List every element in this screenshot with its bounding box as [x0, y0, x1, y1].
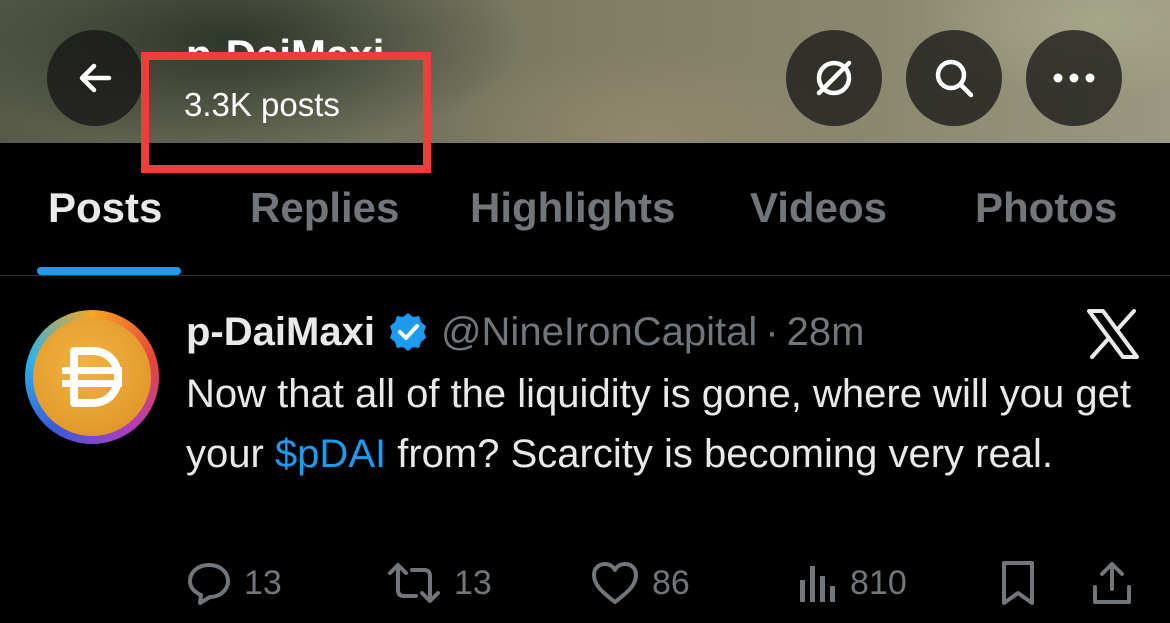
tweet-separator: ·: [765, 309, 779, 354]
verified-badge-icon: [389, 313, 426, 351]
reply-count: 13: [244, 563, 282, 602]
bookmark-icon: [1002, 561, 1034, 605]
active-tab-indicator: [37, 267, 181, 275]
repost-icon: [388, 563, 440, 603]
tab-highlights[interactable]: Highlights: [470, 187, 675, 229]
reply-button[interactable]: 13: [186, 555, 282, 611]
grok-icon: [816, 60, 852, 96]
tab-replies[interactable]: Replies: [250, 187, 399, 229]
arrow-left-icon: [79, 63, 112, 93]
tab-photos[interactable]: Photos: [975, 187, 1117, 229]
dai-logo-icon: [33, 318, 151, 436]
like-icon: [592, 562, 638, 604]
bookmark-button[interactable]: [998, 555, 1038, 611]
tweet-actions: 13 13 86 810: [0, 555, 1170, 615]
cashtag-link[interactable]: $pDAI: [275, 432, 386, 476]
tweet-text-end: from? Scarcity is becoming very real.: [386, 432, 1053, 476]
avatar[interactable]: [25, 310, 159, 444]
profile-tabs: Posts Replies Highlights Videos Photos: [0, 143, 1170, 276]
tweet-header: p-DaiMaxi @NineIronCapital · 28m: [186, 308, 864, 356]
tweet-handle[interactable]: @NineIronCapital: [441, 310, 757, 355]
tweet-text: Now that all of the liquidity is gone, w…: [186, 364, 1146, 484]
views-icon: [800, 566, 835, 602]
share-button[interactable]: [1090, 555, 1134, 611]
search-icon: [935, 59, 974, 98]
tweet-timestamp[interactable]: 28m: [787, 310, 865, 355]
repost-count: 13: [454, 563, 492, 602]
tab-posts[interactable]: Posts: [48, 187, 162, 229]
views-count: 810: [850, 563, 907, 602]
like-button[interactable]: 86: [590, 555, 690, 611]
more-icon: [1053, 73, 1095, 83]
more-button[interactable]: [1026, 30, 1122, 126]
tweet-author-name[interactable]: p-DaiMaxi: [186, 310, 375, 355]
x-logo-icon: [1087, 309, 1139, 359]
search-button[interactable]: [906, 30, 1002, 126]
grok-button[interactable]: [786, 30, 882, 126]
back-button[interactable]: [47, 30, 143, 126]
share-icon: [1093, 562, 1131, 604]
like-count: 86: [652, 563, 690, 602]
repost-button[interactable]: 13: [386, 555, 492, 611]
tab-videos[interactable]: Videos: [750, 187, 887, 229]
views-button[interactable]: 810: [796, 555, 907, 611]
reply-icon: [188, 563, 230, 605]
